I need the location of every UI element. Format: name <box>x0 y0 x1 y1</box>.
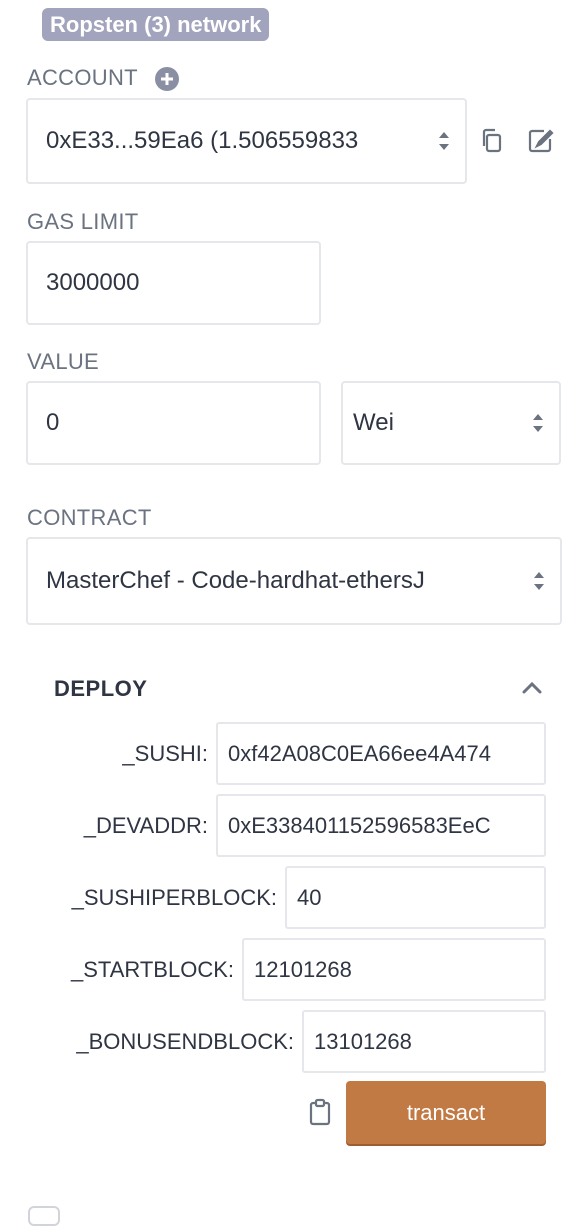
checkbox[interactable] <box>28 1206 60 1226</box>
value-unit: Wei <box>353 409 394 436</box>
edit-icon[interactable] <box>526 127 554 155</box>
param-label-sushi: _SUSHI: <box>122 741 208 766</box>
network-badge: Ropsten (3) network <box>42 8 270 41</box>
account-select[interactable]: 0xE33...59Ea6 (1.506559833 <box>26 98 467 184</box>
gas-limit-input[interactable]: 3000000 <box>26 241 321 325</box>
gas-limit-label: GAS LIMIT <box>27 209 139 234</box>
deploy-title: DEPLOY <box>54 676 148 701</box>
param-value-sushiperblock: 40 <box>297 884 322 910</box>
select-arrows-icon <box>439 132 449 150</box>
param-value-devaddr: 0xE338401152596583EeC <box>228 812 491 838</box>
param-label-bonusendblock: _BONUSENDBLOCK: <box>76 1029 294 1054</box>
param-input-startblock[interactable]: 12101268 <box>242 938 546 1001</box>
param-value-startblock: 12101268 <box>254 956 352 982</box>
select-arrows-icon <box>534 572 544 590</box>
value-input[interactable]: 0 <box>26 381 321 465</box>
account-label: ACCOUNT <box>27 65 138 90</box>
transact-button[interactable]: transact <box>346 1081 546 1144</box>
param-value-bonusendblock: 13101268 <box>314 1028 412 1054</box>
value-label: VALUE <box>27 349 100 374</box>
clipboard-icon[interactable] <box>308 1098 332 1126</box>
param-input-sushiperblock[interactable]: 40 <box>285 866 546 929</box>
param-label-devaddr: _DEVADDR: <box>83 813 208 838</box>
copy-icon[interactable] <box>478 127 506 155</box>
chevron-up-icon[interactable] <box>520 676 544 700</box>
account-value: 0xE33...59Ea6 (1.506559833 <box>46 127 359 154</box>
param-label-sushiperblock: _SUSHIPERBLOCK: <box>71 885 277 910</box>
gas-limit-value: 3000000 <box>46 269 140 296</box>
param-input-sushi[interactable]: 0xf42A08C0EA66ee4A474 <box>216 722 546 785</box>
value-unit-select[interactable]: Wei <box>341 381 561 465</box>
contract-label: CONTRACT <box>27 505 152 530</box>
param-label-startblock: _STARTBLOCK: <box>70 957 234 982</box>
param-input-bonusendblock[interactable]: 13101268 <box>302 1010 546 1073</box>
contract-value: MasterChef - Code-hardhat-ethersJ <box>46 567 425 594</box>
plus-circle-icon[interactable] <box>154 66 180 92</box>
param-input-devaddr[interactable]: 0xE338401152596583EeC <box>216 794 546 857</box>
value-amount: 0 <box>46 409 60 436</box>
contract-select[interactable]: MasterChef - Code-hardhat-ethersJ <box>26 537 562 625</box>
select-arrows-icon <box>533 414 543 432</box>
param-value-sushi: 0xf42A08C0EA66ee4A474 <box>228 740 491 766</box>
